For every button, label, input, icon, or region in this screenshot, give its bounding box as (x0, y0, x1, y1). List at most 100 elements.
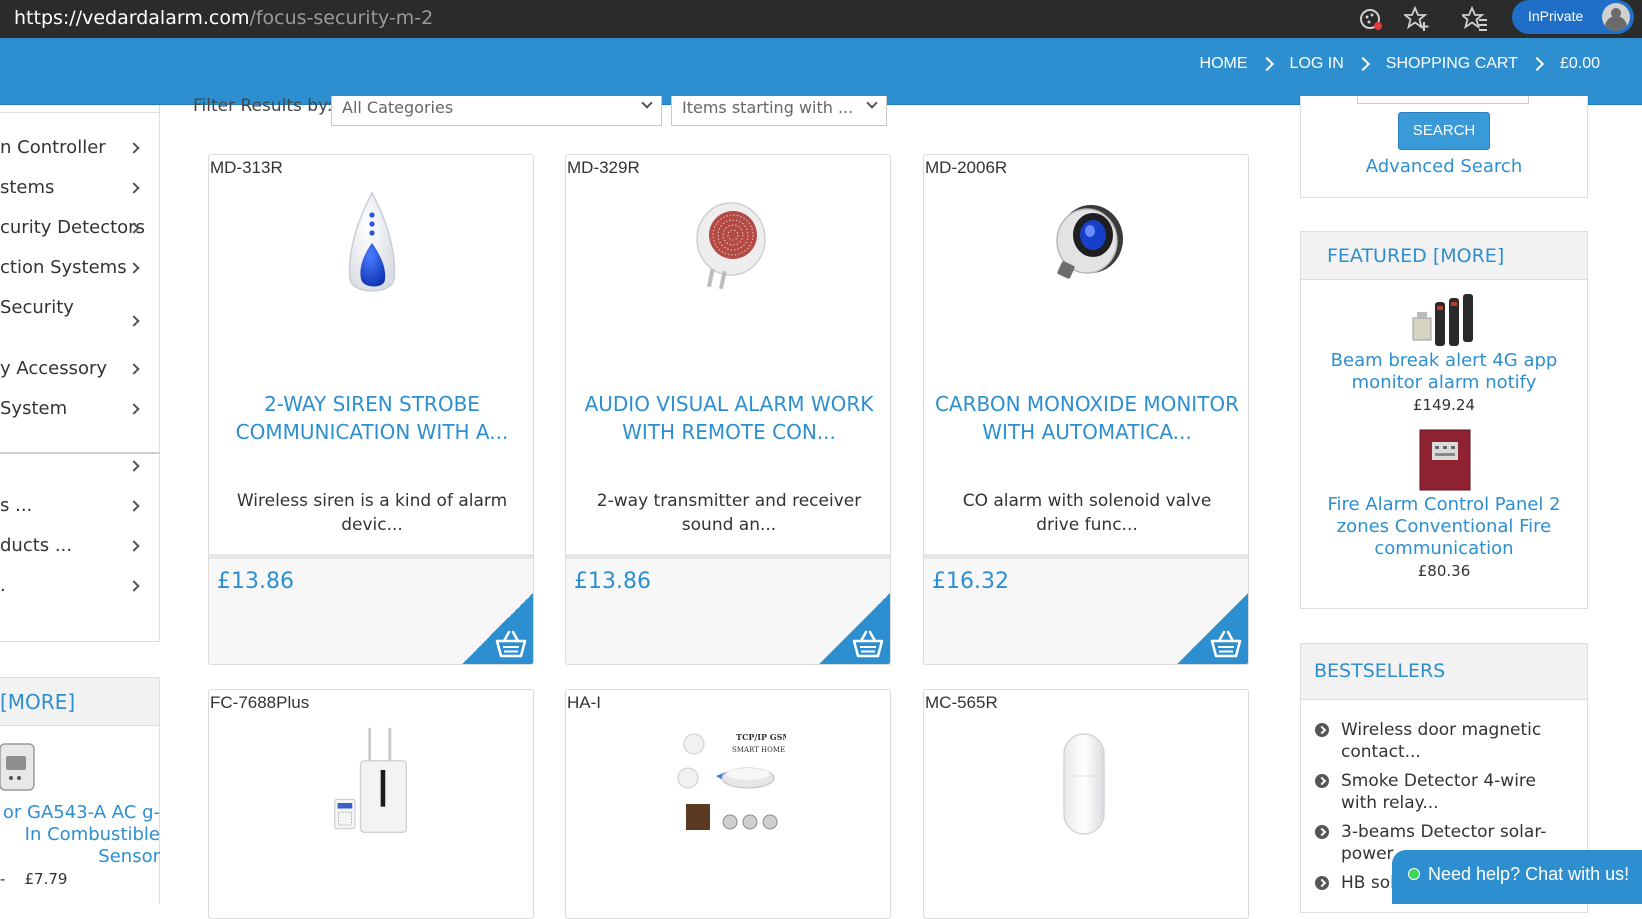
product-card[interactable]: MD-313R 2-WAY SIREN STROBE COMMUNICATION… (208, 154, 534, 665)
chevron-down-icon (641, 97, 653, 109)
url-path: /focus-security-m-2 (249, 7, 434, 29)
featured-item-name[interactable]: Fire Alarm Control Panel 2 zones Convent… (1301, 494, 1587, 560)
basket-icon (852, 630, 884, 658)
chevron-right-icon (128, 142, 140, 154)
category-select-value: All Categories (342, 98, 454, 117)
smart-home-product-image[interactable]: TCP/IP GSM SMART HOME (666, 726, 786, 836)
sensor-product-image[interactable] (0, 738, 42, 796)
home-link[interactable]: HOME (1196, 55, 1252, 73)
sidebar-item[interactable]: y Accessory (0, 358, 150, 379)
chat-label: Need help? Chat with us! (1428, 864, 1630, 884)
sidebar-top-border (0, 105, 160, 113)
product-model: MD-329R (567, 158, 640, 177)
sidebar-item[interactable]: stems (0, 177, 150, 198)
address-bar[interactable]: https://vedardalarm.com/focus-security-m… (14, 7, 433, 29)
featured-header-title[interactable]: FEATURED [MORE] (1327, 245, 1504, 267)
bullet-arrow-icon (1315, 723, 1329, 737)
chevron-right-icon (128, 460, 140, 472)
featured-item-price: £80.36 (1417, 562, 1471, 580)
sidebar-item[interactable]: n Controller (0, 137, 150, 158)
product-card[interactable]: FC-7688Plus (208, 689, 534, 919)
bestseller-item[interactable]: Wireless door magnetic contact... (1315, 719, 1577, 763)
bestsellers-header-title: BESTSELLERS (1314, 660, 1446, 682)
shopping-cart-link[interactable]: SHOPPING CART (1382, 55, 1522, 73)
product-title[interactable]: 2-WAY SIREN STROBE COMMUNICATION WITH A.… (217, 390, 527, 446)
tracking-prevention-icon[interactable] (1358, 6, 1384, 32)
browser-toolbar: https://vedardalarm.com/focus-security-m… (0, 0, 1642, 38)
featured-item[interactable]: Fire Alarm Control Panel 2 zones Convent… (1301, 494, 1587, 582)
category-sidebar: n Controller stems curity Detectors ctio… (0, 105, 160, 642)
product-price-area: £16.32 (924, 554, 1248, 664)
sidebar-item[interactable]: System (0, 398, 150, 419)
product-description: 2-way transmitter and receiver sound an.… (596, 491, 862, 535)
chevron-right-icon (128, 182, 140, 194)
inprivate-profile-button[interactable]: InPrivate (1512, 0, 1634, 34)
left-featured-box: [MORE] or GA543-A AC g-In Combustible Se… (0, 677, 160, 904)
sidebar-item[interactable]: Security (0, 297, 150, 341)
panel-product-image[interactable] (327, 726, 427, 836)
sidebar-divider (0, 452, 160, 454)
login-link[interactable]: LOG IN (1286, 55, 1348, 73)
product-model: HA-I (567, 693, 601, 712)
advanced-search-link[interactable]: Advanced Search (1301, 156, 1587, 177)
product-price-area: £13.86 (209, 554, 533, 664)
chevron-right-icon (128, 262, 140, 274)
sounder-product-image[interactable] (679, 191, 779, 301)
featured-item[interactable]: Beam break alert 4G app monitor alarm no… (1301, 350, 1587, 416)
beam-alarm-product-image[interactable] (1411, 292, 1477, 348)
bestseller-item[interactable]: Smoke Detector 4-wire with relay... (1315, 770, 1577, 814)
fire-panel-product-image[interactable] (1418, 428, 1472, 492)
profile-avatar-icon (1602, 3, 1630, 31)
site-header: HOME LOG IN SHOPPING CART £0.00 (0, 38, 1642, 105)
chevron-right-icon (128, 403, 140, 415)
add-favorite-icon[interactable] (1404, 6, 1430, 32)
image-caption-2: SMART HOME (732, 746, 785, 754)
chevron-right-icon (1259, 56, 1274, 72)
left-featured-header: [MORE] (0, 678, 159, 726)
chevron-right-icon (128, 500, 140, 512)
sidebar-item[interactable]: . (0, 575, 150, 596)
bullet-arrow-icon (1315, 876, 1329, 890)
add-to-cart-button[interactable] (1175, 591, 1248, 664)
siren-product-image[interactable] (322, 191, 422, 301)
product-title[interactable]: CARBON MONOXIDE MONITOR WITH AUTOMATICA.… (932, 390, 1242, 446)
chat-widget-button[interactable]: Need help? Chat with us! (1392, 850, 1642, 904)
product-card[interactable]: MC-565R (923, 689, 1249, 919)
favorites-icon[interactable] (1462, 6, 1488, 32)
alpha-filter-value: Items starting with ... (682, 98, 854, 117)
chevron-right-icon (128, 580, 140, 592)
image-caption-1: TCP/IP GSM (736, 732, 786, 742)
add-to-cart-button[interactable] (817, 591, 890, 664)
product-card[interactable]: MD-329R AUDIO VISUAL ALARM WORK WITH REM… (565, 154, 891, 665)
sidebar-item[interactable] (0, 455, 150, 481)
sidebar-item[interactable]: curity Detectors (0, 217, 150, 238)
bestsellers-header: BESTSELLERS (1301, 644, 1587, 700)
product-model: MD-2006R (925, 158, 1008, 177)
sidebar-item[interactable]: ducts ... (0, 535, 150, 556)
category-select[interactable]: All Categories (331, 96, 662, 126)
sidebar-item[interactable]: s ... (0, 495, 150, 516)
sidebar-item[interactable]: ction Systems (0, 257, 150, 278)
left-featured-product-name[interactable]: or GA543-A AC g-In Combustible Sensor (0, 802, 160, 868)
chevron-right-icon (128, 315, 140, 327)
co-monitor-product-image[interactable] (1037, 191, 1137, 301)
search-input[interactable] (1357, 96, 1529, 104)
chevron-right-icon (1355, 56, 1370, 72)
product-title[interactable]: AUDIO VISUAL ALARM WORK WITH REMOTE CON.… (574, 390, 884, 446)
cart-total[interactable]: £0.00 (1556, 55, 1604, 73)
product-card[interactable]: MD-2006R CARBON MONOXIDE MONITOR WITH AU… (923, 154, 1249, 665)
add-to-cart-button[interactable] (460, 591, 533, 664)
search-button[interactable]: SEARCH (1398, 112, 1490, 150)
featured-item-name[interactable]: Beam break alert 4G app monitor alarm no… (1301, 350, 1587, 394)
product-price: £16.32 (932, 569, 1009, 594)
search-box: SEARCH Advanced Search (1300, 96, 1588, 198)
alpha-filter-select[interactable]: Items starting with ... (671, 96, 887, 126)
motion-sensor-product-image[interactable] (1044, 730, 1124, 840)
inprivate-label: InPrivate (1528, 8, 1584, 24)
filter-label: Filter Results by: (193, 96, 333, 116)
product-card[interactable]: HA-I TCP/IP GSM SMART HOME (565, 689, 891, 919)
chevron-right-icon (128, 540, 140, 552)
left-featured-more-link[interactable]: [MORE] (0, 690, 75, 714)
basket-icon (495, 630, 527, 658)
online-status-icon (1408, 868, 1420, 880)
